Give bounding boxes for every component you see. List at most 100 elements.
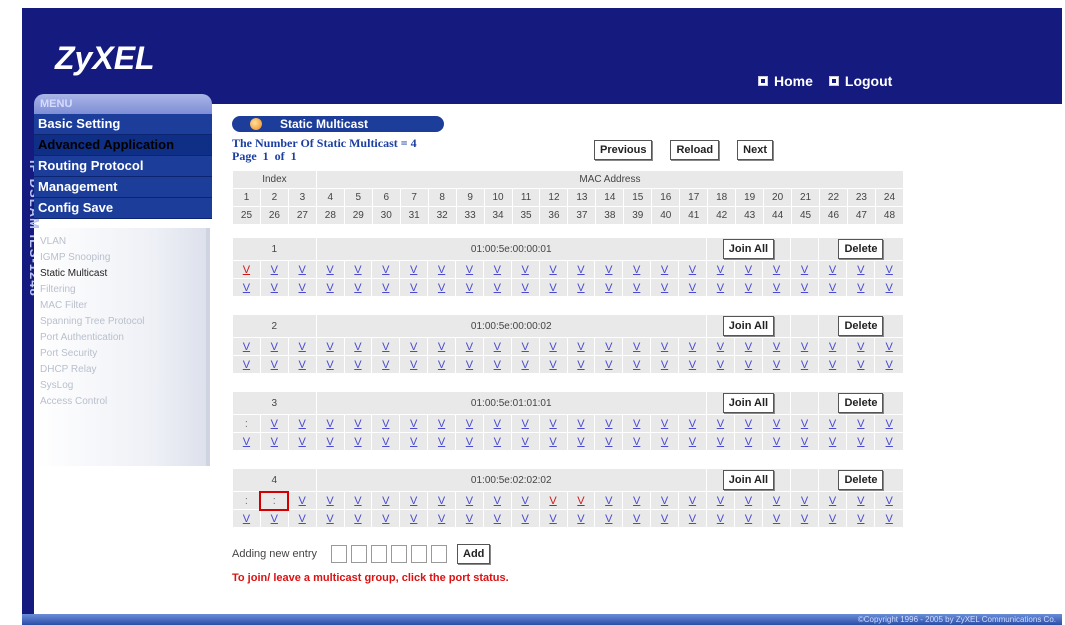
port-status-toggle[interactable]: V xyxy=(886,513,893,525)
port-status-toggle[interactable]: V xyxy=(829,436,836,448)
port-status-toggle[interactable]: V xyxy=(745,495,752,507)
port-status-toggle[interactable]: V xyxy=(410,418,417,430)
port-status-toggle[interactable]: V xyxy=(745,282,752,294)
port-status-toggle[interactable]: V xyxy=(326,495,333,507)
port-status-toggle[interactable]: V xyxy=(829,495,836,507)
port-status-toggle[interactable]: V xyxy=(494,264,501,276)
port-status-toggle[interactable]: V xyxy=(633,359,640,371)
delete-button[interactable]: Delete xyxy=(838,393,884,413)
port-status-toggle[interactable]: V xyxy=(661,418,668,430)
logout-link[interactable]: Logout xyxy=(828,73,892,89)
port-status-toggle[interactable]: V xyxy=(354,418,361,430)
submenu-item-mac-filter[interactable]: MAC Filter xyxy=(34,298,206,314)
port-status-toggle[interactable]: V xyxy=(801,359,808,371)
port-status-toggle[interactable]: V xyxy=(661,264,668,276)
port-status-toggle[interactable]: V xyxy=(549,341,556,353)
port-status-toggle[interactable]: V xyxy=(326,513,333,525)
port-status-toggle[interactable]: V xyxy=(773,495,780,507)
port-status-toggle[interactable]: V xyxy=(745,341,752,353)
port-status-toggle[interactable]: V xyxy=(801,418,808,430)
port-status-toggle[interactable]: V xyxy=(243,264,250,276)
port-status-toggle[interactable]: V xyxy=(494,513,501,525)
port-status-toggle[interactable]: V xyxy=(857,264,864,276)
port-status-toggle[interactable]: V xyxy=(410,513,417,525)
port-status-toggle[interactable]: V xyxy=(382,418,389,430)
submenu-item-port-security[interactable]: Port Security xyxy=(34,346,206,362)
port-status-toggle[interactable]: V xyxy=(605,341,612,353)
port-status-toggle[interactable]: V xyxy=(326,341,333,353)
submenu-item-dhcp-relay[interactable]: DHCP Relay xyxy=(34,362,206,378)
port-status-toggle[interactable]: V xyxy=(243,359,250,371)
menu-item-routing-protocol[interactable]: Routing Protocol xyxy=(34,156,212,177)
port-status-toggle[interactable]: V xyxy=(857,359,864,371)
port-status-toggle[interactable]: V xyxy=(605,264,612,276)
port-status-toggle[interactable]: V xyxy=(577,513,584,525)
port-status-toggle[interactable]: V xyxy=(633,418,640,430)
port-status-toggle[interactable]: V xyxy=(382,341,389,353)
port-status-toggle[interactable]: V xyxy=(661,282,668,294)
port-status-toggle[interactable]: V xyxy=(745,436,752,448)
port-status-toggle[interactable]: V xyxy=(243,341,250,353)
port-status-toggle[interactable]: V xyxy=(243,513,250,525)
port-status-toggle[interactable]: V xyxy=(438,359,445,371)
port-status-toggle[interactable]: V xyxy=(299,436,306,448)
port-status-toggle[interactable]: V xyxy=(243,436,250,448)
port-status-toggle[interactable]: V xyxy=(299,513,306,525)
port-status-toggle[interactable]: V xyxy=(689,495,696,507)
port-status-toggle[interactable]: V xyxy=(857,282,864,294)
port-status-toggle[interactable]: V xyxy=(299,359,306,371)
port-status-toggle[interactable]: V xyxy=(438,282,445,294)
next-button[interactable]: Next xyxy=(737,140,773,160)
mac-octet-4-input[interactable] xyxy=(391,545,407,563)
submenu-item-vlan[interactable]: VLAN xyxy=(34,234,206,250)
port-status-toggle[interactable]: V xyxy=(745,264,752,276)
port-status-toggle[interactable]: V xyxy=(717,513,724,525)
port-status-toggle[interactable]: V xyxy=(549,436,556,448)
port-status-toggle[interactable]: V xyxy=(661,495,668,507)
port-status-toggle[interactable]: V xyxy=(605,436,612,448)
port-status-toggle[interactable]: V xyxy=(829,264,836,276)
port-status-toggle[interactable]: V xyxy=(522,436,529,448)
port-status-toggle[interactable]: V xyxy=(605,513,612,525)
port-status-toggle[interactable]: V xyxy=(773,436,780,448)
port-status-toggle[interactable]: V xyxy=(801,282,808,294)
port-status-toggle[interactable]: V xyxy=(382,495,389,507)
port-status-toggle[interactable]: V xyxy=(773,513,780,525)
port-status-toggle[interactable]: V xyxy=(633,436,640,448)
port-status-toggle[interactable]: V xyxy=(829,418,836,430)
port-status-toggle[interactable]: V xyxy=(438,513,445,525)
port-status-toggle[interactable]: V xyxy=(689,513,696,525)
delete-button[interactable]: Delete xyxy=(838,316,884,336)
port-status-toggle[interactable]: V xyxy=(857,436,864,448)
port-status-toggle[interactable]: V xyxy=(354,359,361,371)
port-status-toggle[interactable]: V xyxy=(326,418,333,430)
port-status-toggle[interactable]: V xyxy=(661,341,668,353)
port-status-toggle[interactable]: V xyxy=(605,418,612,430)
port-status-toggle[interactable]: V xyxy=(689,341,696,353)
port-status-toggle[interactable]: V xyxy=(382,264,389,276)
port-status-toggle[interactable]: V xyxy=(271,359,278,371)
port-status-toggle[interactable]: V xyxy=(522,282,529,294)
port-status-toggle[interactable]: V xyxy=(410,264,417,276)
port-status-toggle[interactable]: V xyxy=(605,495,612,507)
port-status-toggle[interactable]: V xyxy=(829,341,836,353)
port-status-toggle[interactable]: V xyxy=(410,341,417,353)
port-status-toggle[interactable]: V xyxy=(633,495,640,507)
port-status-toggle[interactable]: V xyxy=(633,341,640,353)
port-status-toggle[interactable]: V xyxy=(633,513,640,525)
port-status-toggle[interactable]: V xyxy=(466,495,473,507)
port-status-toggle[interactable]: V xyxy=(382,282,389,294)
port-status-toggle[interactable]: V xyxy=(773,264,780,276)
port-status-toggle[interactable]: V xyxy=(661,359,668,371)
submenu-item-syslog[interactable]: SysLog xyxy=(34,378,206,394)
port-status-toggle[interactable]: : xyxy=(245,418,248,430)
port-status-toggle[interactable]: V xyxy=(801,495,808,507)
port-status-toggle[interactable]: V xyxy=(326,436,333,448)
port-status-toggle[interactable]: V xyxy=(494,341,501,353)
port-status-toggle[interactable]: V xyxy=(522,341,529,353)
port-status-toggle[interactable]: V xyxy=(382,513,389,525)
port-status-toggle[interactable]: V xyxy=(717,359,724,371)
port-status-toggle[interactable]: V xyxy=(466,359,473,371)
port-status-toggle[interactable]: V xyxy=(857,495,864,507)
port-status-toggle[interactable]: V xyxy=(801,341,808,353)
